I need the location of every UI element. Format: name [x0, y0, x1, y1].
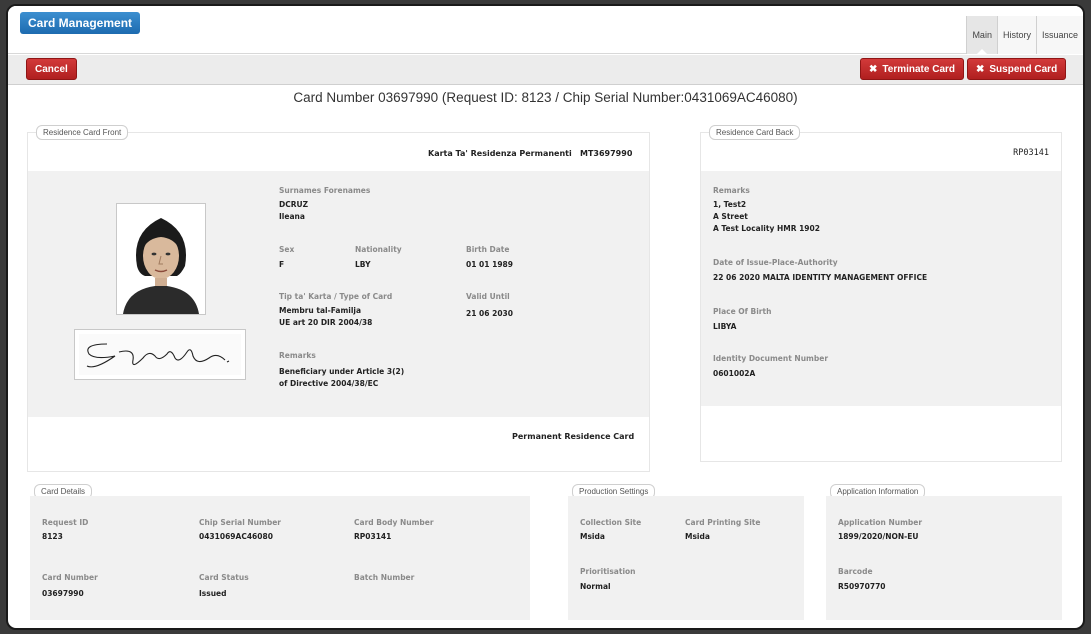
- application-number-value: 1899/2020/NON-EU: [838, 532, 919, 541]
- back-remarks-line2: A Street: [713, 212, 748, 221]
- card-front-title: Karta Ta' Residenza Permanenti: [428, 149, 572, 158]
- signature-image: [79, 334, 241, 375]
- issue-value: 22 06 2020 MALTA IDENTITY MANAGEMENT OFF…: [713, 273, 928, 282]
- card-number-label: Card Number: [42, 573, 98, 582]
- front-remarks-line1: Beneficiary under Article 3(2): [279, 367, 405, 376]
- back-remarks-line3: A Test Locality HMR 1902: [713, 224, 820, 233]
- app-window: Card Management Main History Issuance Ca…: [6, 4, 1085, 630]
- tab-history[interactable]: History: [996, 16, 1036, 54]
- back-remarks-label: Remarks: [713, 186, 750, 195]
- panel-legend: Residence Card Back: [709, 125, 801, 140]
- front-remarks-label: Remarks: [279, 351, 316, 360]
- valid-until-value: 21 06 2030: [466, 309, 513, 318]
- sex-label: Sex: [279, 245, 295, 254]
- card-status-label: Card Status: [199, 573, 249, 582]
- card-type-label: Tip ta' Karta / Type of Card: [279, 292, 393, 301]
- surname-value: DCRUZ: [279, 200, 309, 209]
- request-id-value: 8123: [42, 532, 63, 541]
- tab-main[interactable]: Main: [966, 16, 997, 55]
- close-icon: ✖: [976, 64, 985, 75]
- close-icon: ✖: [869, 64, 878, 75]
- holder-photo: [116, 203, 206, 315]
- terminate-card-button[interactable]: ✖ Terminate Card: [860, 58, 965, 80]
- chip-serial-value: 0431069AC46080: [199, 532, 273, 541]
- sex-value: F: [279, 260, 285, 269]
- forename-value: Ileana: [279, 212, 305, 221]
- issue-label: Date of Issue-Place-Authority: [713, 258, 838, 267]
- application-information-body: Application Number 1899/2020/NON-EU Barc…: [826, 496, 1062, 620]
- card-header: Card Number 03697990 (Request ID: 8123 /…: [293, 90, 798, 105]
- nationality-label: Nationality: [355, 245, 402, 254]
- terminate-card-label: Terminate Card: [882, 64, 956, 75]
- identity-document-value: 0601002A: [713, 369, 756, 378]
- card-front-footer: Permanent Residence Card: [512, 432, 635, 441]
- card-details-body: Request ID 8123 Chip Serial Number 04310…: [30, 496, 530, 620]
- printing-site-label: Card Printing Site: [685, 518, 761, 527]
- holder-signature: [74, 329, 246, 380]
- card-front-code: MT3697990: [580, 149, 633, 158]
- suspend-card-label: Suspend Card: [989, 64, 1058, 75]
- tab-issuance[interactable]: Issuance: [1035, 16, 1083, 54]
- card-body-number-value: RP03141: [354, 532, 392, 541]
- card-status-value: Issued: [199, 589, 227, 598]
- back-remarks-line1: 1, Test2: [713, 200, 747, 209]
- app-title: Card Management: [20, 12, 141, 34]
- place-of-birth-value: LIBYA: [713, 322, 737, 331]
- card-type-line1: Membru tal-Familja: [279, 306, 362, 315]
- card-back-body: Remarks 1, Test2 A Street A Test Localit…: [701, 171, 1061, 406]
- birth-date-value: 01 01 1989: [466, 260, 513, 269]
- printing-site-value: Msida: [685, 532, 710, 541]
- prioritisation-label: Prioritisation: [580, 567, 636, 576]
- residence-card-front-panel: Residence Card Front Karta Ta' Residenza…: [27, 125, 650, 472]
- valid-until-label: Valid Until: [466, 292, 510, 301]
- birth-date-label: Birth Date: [466, 245, 510, 254]
- suspend-card-button[interactable]: ✖ Suspend Card: [967, 58, 1067, 80]
- barcode-label: Barcode: [838, 567, 873, 576]
- nationality-value: LBY: [355, 260, 371, 269]
- card-details-panel: Card Details Request ID 8123 Chip Serial…: [30, 484, 530, 620]
- panel-legend: Residence Card Front: [36, 125, 129, 140]
- collection-site-value: Msida: [580, 532, 605, 541]
- application-number-label: Application Number: [838, 518, 923, 527]
- request-id-label: Request ID: [42, 518, 89, 527]
- surnames-label: Surnames Forenames: [279, 186, 371, 195]
- front-remarks-line2: of Directive 2004/38/EC: [279, 379, 379, 388]
- production-settings-body: Collection Site Msida Card Printing Site…: [568, 496, 804, 620]
- top-bar: Card Management Main History Issuance: [8, 6, 1083, 55]
- card-number-value: 03697990: [42, 589, 84, 598]
- chip-serial-label: Chip Serial Number: [199, 518, 281, 527]
- place-of-birth-label: Place Of Birth: [713, 307, 772, 316]
- cancel-button[interactable]: Cancel: [26, 58, 77, 80]
- card-front-body: Surnames Forenames DCRUZ Ileana Sex F Na…: [28, 171, 649, 417]
- application-information-panel: Application Information Application Numb…: [826, 484, 1062, 620]
- prioritisation-value: Normal: [580, 582, 611, 591]
- batch-number-label: Batch Number: [354, 573, 415, 582]
- card-body-number-label: Card Body Number: [354, 518, 434, 527]
- identity-document-label: Identity Document Number: [713, 354, 829, 363]
- production-settings-panel: Production Settings Collection Site Msid…: [568, 484, 804, 620]
- card-type-line2: UE art 20 DIR 2004/38: [279, 318, 373, 327]
- residence-card-back-panel: Residence Card Back RP03141 Remarks 1, T…: [700, 125, 1062, 462]
- barcode-value: R50970770: [838, 582, 886, 591]
- action-bar: Cancel ✖ Terminate Card ✖ Suspend Card: [8, 55, 1083, 85]
- card-back-code: RP03141: [1013, 148, 1049, 158]
- collection-site-label: Collection Site: [580, 518, 642, 527]
- portrait-image: [117, 204, 205, 314]
- tab-bar: Main History Issuance: [966, 16, 1083, 55]
